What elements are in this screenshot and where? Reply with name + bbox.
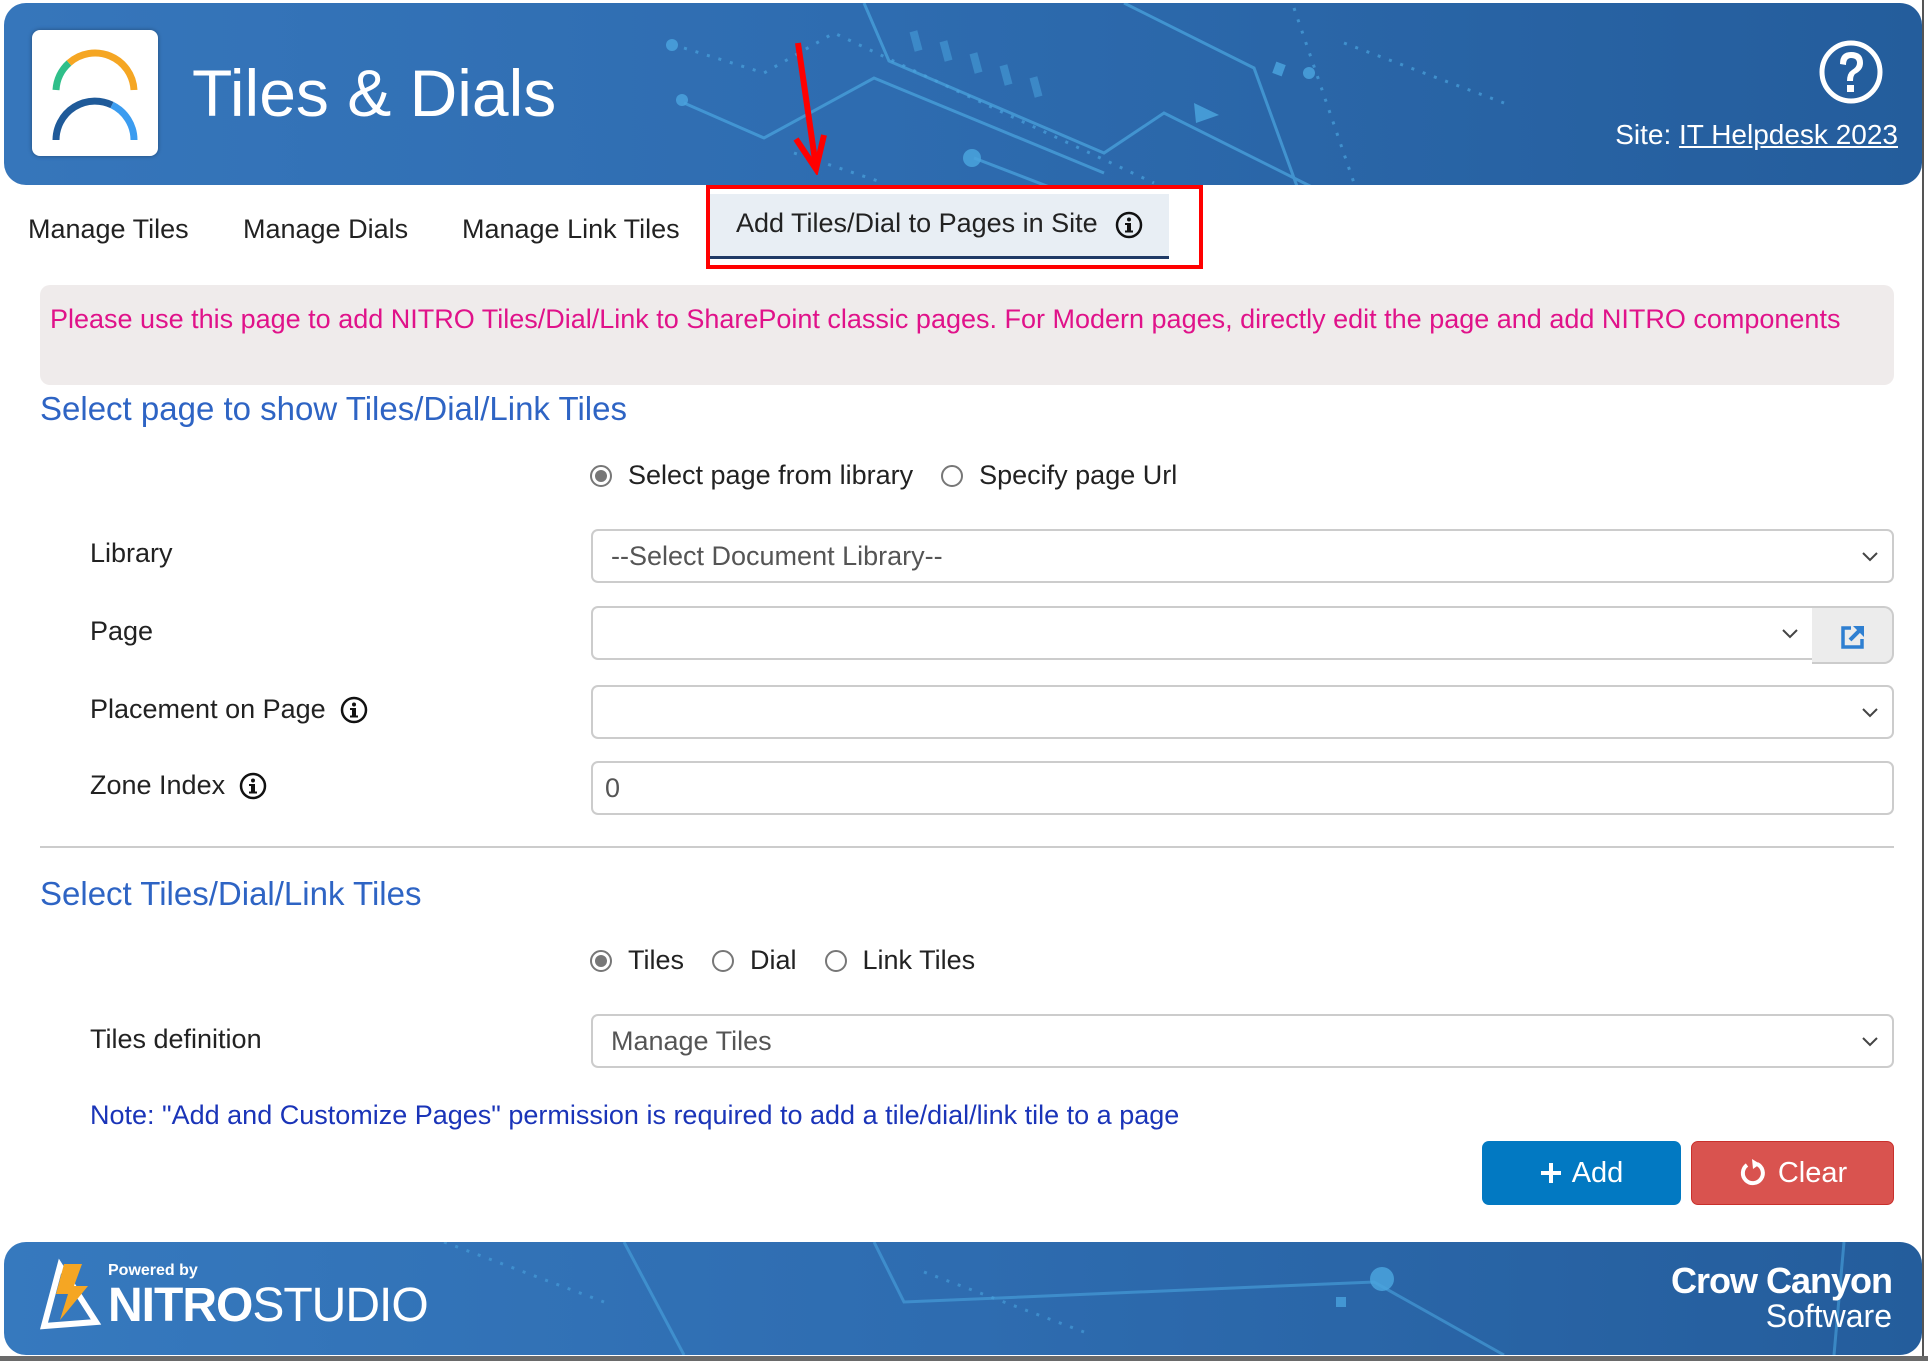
radio-label: Specify page Url [979,460,1178,490]
crow-canyon-logo: Crow Canyon Software [1670,1260,1893,1334]
library-select-value: --Select Document Library-- [611,541,943,571]
radio-specify-url[interactable]: Specify page Url [941,460,1177,491]
section-select-tiles-title: Select Tiles/Dial/Link Tiles [40,875,422,912]
section-select-page-title: Select page to show Tiles/Dial/Link Tile… [40,390,627,427]
radio-button[interactable] [941,464,964,487]
library-label: Library [90,538,173,568]
chevron-down-icon [1862,708,1878,718]
radio-link-tiles[interactable]: Link Tiles [824,945,976,976]
radio-button-checked[interactable] [590,464,612,487]
external-link-icon [1841,626,1864,649]
placement-label-text: Placement on Page [90,694,326,724]
window-bottom-border [0,1356,1928,1361]
tiles-definition-label: Tiles definition [90,1024,262,1054]
nitro-studio-brand: NITROSTUDIO [108,1278,429,1333]
add-button-label: Add [1571,1156,1624,1189]
nitro-studio-logo-icon [40,1258,102,1330]
clear-button-label: Clear [1777,1156,1848,1189]
placement-select[interactable] [591,685,1894,739]
site-info: Site: IT Helpdesk 2023 [1615,119,1898,151]
chevron-down-icon [1862,552,1878,562]
add-button[interactable]: Add [1482,1141,1681,1205]
app-title: Tiles & Dials [192,56,557,130]
info-icon[interactable] [340,696,368,724]
radio-tiles[interactable]: Tiles [590,945,684,976]
tiles-dials-logo-icon [52,49,138,141]
company-suffix: Software [1765,1298,1892,1334]
placement-label: Placement on Page [90,694,368,725]
radio-label: Select page from library [628,460,914,490]
radio-button[interactable] [824,949,847,972]
zone-index-value: 0 [605,773,621,803]
section-divider [40,846,1894,848]
tiles-definition-select[interactable]: Manage Tiles [591,1014,1894,1068]
tab-manage-dials[interactable]: Manage Dials [243,204,408,254]
plus-icon [1540,1163,1561,1183]
tab-add-to-pages-label: Add Tiles/Dial to Pages in Site [736,208,1098,238]
app-header: Tiles & Dials Site: IT Helpdesk 2023 [4,3,1922,185]
radio-button[interactable] [712,949,735,972]
page-label: Page [90,616,154,646]
zone-index-label-text: Zone Index [90,770,226,800]
radio-dial[interactable]: Dial [712,945,797,976]
zone-index-input[interactable]: 0 [591,761,1894,815]
permission-note: Note: "Add and Customize Pages" permissi… [90,1100,1180,1130]
radio-label: Dial [750,945,797,975]
app-footer: Powered by NITROSTUDIO Crow Canyon Softw… [4,1242,1922,1355]
tab-manage-link-tiles[interactable]: Manage Link Tiles [462,204,680,254]
company-name: Crow Canyon [1670,1260,1893,1301]
info-alert: Please use this page to add NITRO Tiles/… [40,285,1894,385]
brand-bold: NITRO [108,1279,253,1332]
info-icon[interactable] [1115,211,1143,239]
window-edge [1922,0,1924,1356]
info-icon[interactable] [239,772,267,800]
site-label: Site: [1615,119,1680,150]
help-circle-icon[interactable] [1818,39,1884,105]
library-select[interactable]: --Select Document Library-- [591,529,1894,583]
tab-bar: Manage Tiles Manage Dials Manage Link Ti… [0,186,1928,272]
chevron-down-icon [1782,629,1798,639]
refresh-icon [1740,1159,1765,1186]
tiles-definition-value: Manage Tiles [611,1026,772,1056]
tab-add-to-pages[interactable]: Add Tiles/Dial to Pages in Site [710,194,1170,259]
brand-light: STUDIO [252,1279,428,1332]
zone-index-label: Zone Index [90,770,267,801]
component-type-radio-group: Tiles Dial Link Tiles [590,945,1003,976]
page-source-radio-group: Select page from library Specify page Ur… [590,460,1205,491]
radio-select-from-library[interactable]: Select page from library [590,460,913,491]
radio-button-checked[interactable] [590,949,612,972]
radio-label: Link Tiles [862,945,976,975]
tab-manage-tiles[interactable]: Manage Tiles [28,204,189,254]
clear-button[interactable]: Clear [1691,1141,1894,1205]
page-select[interactable] [591,606,1814,660]
open-page-button[interactable] [1812,606,1894,664]
site-link[interactable]: IT Helpdesk 2023 [1679,119,1898,150]
radio-label: Tiles [628,945,685,975]
chevron-down-icon [1862,1037,1878,1047]
app-logo [32,30,158,156]
